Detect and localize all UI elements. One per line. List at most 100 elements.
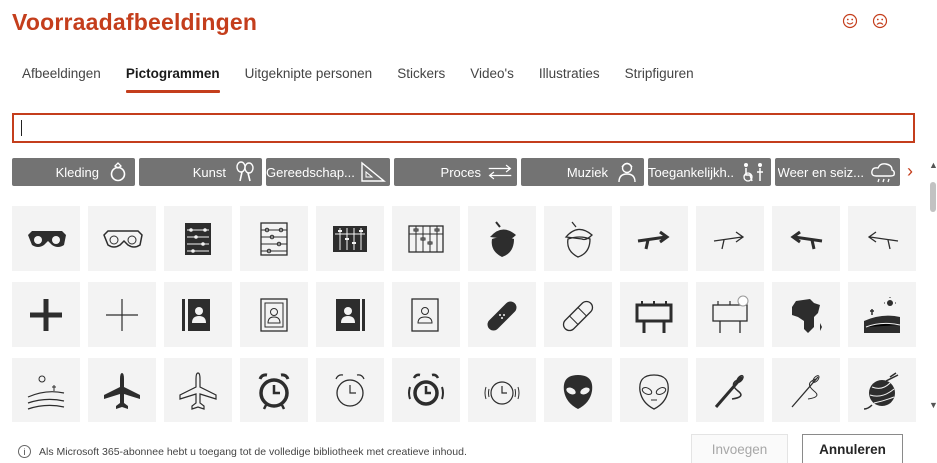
icon-tile[interactable] [772, 358, 840, 422]
billboard-filled-icon [635, 300, 673, 333]
set-square-icon [360, 160, 386, 184]
icon-tile[interactable] [696, 206, 764, 271]
icon-tile[interactable] [88, 282, 156, 347]
icon-tile[interactable] [164, 282, 232, 347]
tab-pictogrammen[interactable]: Pictogrammen [125, 66, 220, 93]
footer-info-text: Als Microsoft 365-abonnee hebt u toegang… [39, 445, 467, 458]
frown-face-icon[interactable] [869, 10, 891, 32]
icon-tile[interactable] [316, 358, 384, 422]
abacus-dark-outline-icon [408, 224, 444, 253]
scroll-thumb[interactable] [930, 182, 936, 212]
tab-afbeeldingen[interactable]: Afbeeldingen [22, 66, 101, 87]
icon-tile[interactable] [12, 206, 80, 271]
bandage-filled-icon [487, 301, 517, 330]
3d-glasses-filled-icon [28, 230, 66, 247]
chip-proces[interactable]: Proces [394, 158, 517, 186]
tab-illustraties[interactable]: Illustraties [539, 66, 600, 87]
address-book-outline-icon [260, 297, 288, 332]
chip-kunst[interactable]: Kunst [139, 158, 262, 186]
icon-tile[interactable] [848, 282, 916, 347]
address-book-dark-filled-icon [336, 298, 365, 331]
cancel-button[interactable]: Annuleren [802, 434, 903, 463]
bandage-outline-icon [562, 300, 594, 331]
icon-tile[interactable] [544, 282, 612, 347]
icon-tile[interactable] [240, 206, 308, 271]
plus-outline-icon [106, 298, 138, 331]
category-chips: Kleding Kunst Gereedschap... Proces Muzi… [12, 158, 902, 186]
tab-stickers[interactable]: Stickers [397, 66, 445, 87]
icon-tile[interactable] [696, 358, 764, 422]
icon-tile[interactable] [12, 282, 80, 347]
icon-tile[interactable] [544, 358, 612, 422]
ring-icon [105, 160, 131, 184]
icon-tile[interactable] [620, 282, 688, 347]
scrollbar[interactable]: ▲ ▼ [929, 160, 937, 422]
insert-button[interactable]: Invoegen [691, 434, 788, 463]
arrow-right-turn-outline-icon [713, 230, 745, 249]
icon-tile[interactable] [392, 282, 460, 347]
smile-face-icon[interactable] [839, 10, 861, 32]
icon-tile[interactable] [240, 358, 308, 422]
icon-tile[interactable] [240, 282, 308, 347]
chip-toegankelijkheid[interactable]: Toegankelijkh... [648, 158, 771, 186]
icon-tile[interactable] [544, 206, 612, 271]
arrow-left-turn-filled-icon [790, 230, 823, 249]
africa-map-filled-icon [792, 298, 822, 333]
arrow-right-turn-filled-icon [637, 230, 670, 249]
acorn-outline-icon [564, 221, 593, 258]
search-input[interactable] [14, 115, 913, 141]
icon-tile[interactable] [620, 358, 688, 422]
dialog-title: Voorraadafbeeldingen [12, 9, 258, 35]
alien-outline-icon [639, 373, 669, 410]
icon-tile[interactable] [468, 358, 536, 422]
chip-weer-en-seizoenen[interactable]: Weer en seiz... [775, 158, 900, 186]
chip-label: Toegankelijkh... [648, 164, 735, 180]
feedback-area [839, 10, 891, 32]
chip-label: Weer en seiz... [777, 164, 864, 180]
chip-muziek[interactable]: Muziek [521, 158, 644, 186]
process-arrows-icon [487, 160, 513, 184]
chevron-down-icon[interactable]: ▼ [929, 400, 937, 410]
icon-tile[interactable] [316, 282, 384, 347]
footer-info: i Als Microsoft 365-abonnee hebt u toega… [18, 445, 467, 458]
icon-tile[interactable] [620, 206, 688, 271]
icon-tile[interactable] [468, 282, 536, 347]
chip-label: Gereedschap... [266, 164, 354, 180]
tab-videos[interactable]: Video's [470, 66, 514, 87]
tab-stripfiguren[interactable]: Stripfiguren [625, 66, 694, 87]
abacus-outline-icon [260, 221, 288, 256]
icon-tile[interactable] [392, 206, 460, 271]
icon-tile[interactable] [316, 206, 384, 271]
chip-label: Kleding [55, 164, 99, 180]
icon-tile[interactable] [164, 358, 232, 422]
billboard-outline-icon [712, 295, 749, 333]
alarm-clock-filled-icon [258, 372, 290, 410]
icon-tile[interactable] [696, 282, 764, 347]
icon-tile[interactable] [772, 282, 840, 347]
icon-tile[interactable] [468, 206, 536, 271]
icon-tile[interactable] [88, 206, 156, 271]
icon-tile[interactable] [392, 358, 460, 422]
icon-tile[interactable] [88, 358, 156, 422]
weather-cloud-icon [870, 160, 896, 184]
tab-uitgeknipte-personen[interactable]: Uitgeknipte personen [245, 66, 373, 87]
chip-gereedschap[interactable]: Gereedschap... [266, 158, 390, 186]
3d-glasses-outline-icon [103, 229, 143, 248]
address-book-filled-icon [182, 298, 210, 331]
icon-tile[interactable] [164, 206, 232, 271]
farm-field-filled-icon [864, 296, 901, 333]
icon-tile[interactable] [12, 358, 80, 422]
chip-label: Kunst [192, 164, 226, 180]
icon-tile[interactable] [772, 206, 840, 271]
alarm-ringing-filled-icon [408, 373, 444, 406]
icon-tile[interactable] [848, 358, 916, 422]
icon-grid [12, 206, 927, 422]
chip-label: Proces [440, 164, 481, 180]
icon-tile[interactable] [848, 206, 916, 271]
chevron-right-icon[interactable]: › [907, 161, 913, 182]
chevron-up-icon[interactable]: ▲ [929, 160, 937, 170]
chip-label: Muziek [566, 164, 608, 180]
chip-kleding[interactable]: Kleding [12, 158, 135, 186]
airplane-filled-icon [104, 372, 140, 409]
abacus-dark-filled-icon [333, 225, 367, 252]
